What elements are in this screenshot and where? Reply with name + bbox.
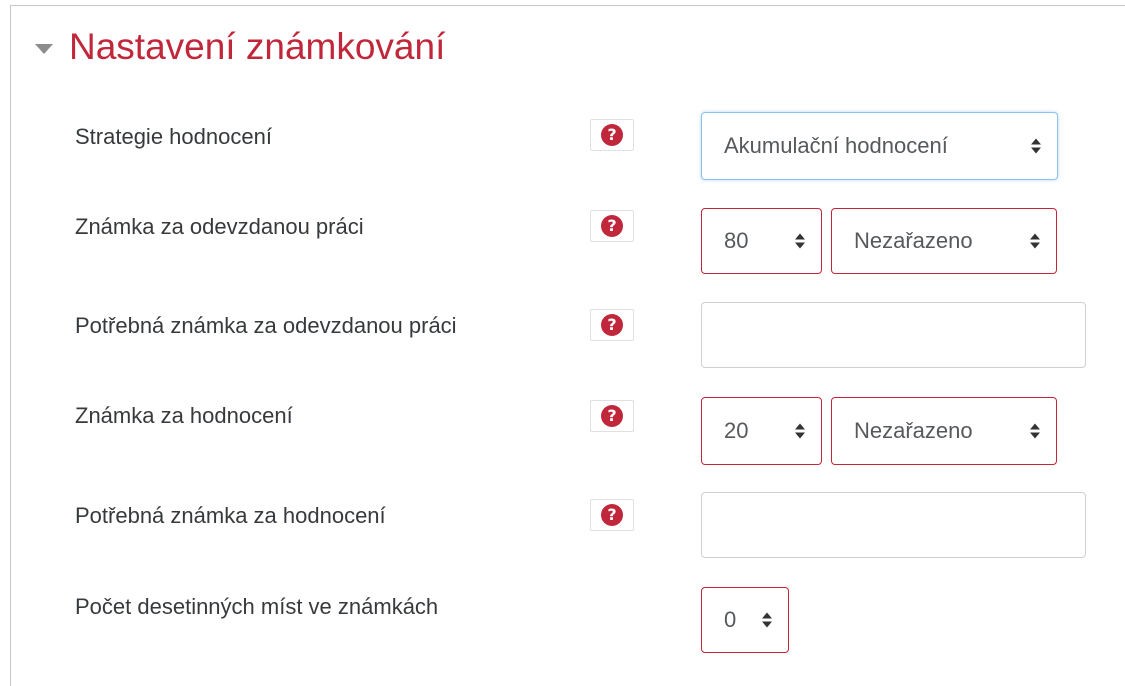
submission-grade-help-button[interactable]: ? <box>590 210 634 242</box>
submission-pass-grade-help-button[interactable]: ? <box>590 309 634 341</box>
section-title: Nastavení známkování <box>69 26 446 67</box>
grading-strategy-value: Akumulační hodnocení <box>724 133 948 158</box>
select-arrows-icon <box>1030 233 1040 249</box>
select-arrows-icon <box>1031 138 1041 154</box>
select-arrows-icon <box>1030 423 1040 439</box>
grading-strategy-label: Strategie hodnocení <box>75 124 272 149</box>
question-circle-icon: ? <box>601 215 623 237</box>
assessment-grade-select[interactable]: 20 <box>701 397 822 465</box>
assessment-grade-label: Známka za hodnocení <box>75 403 293 428</box>
submission-grade-category-select[interactable]: Nezařazeno <box>831 208 1057 274</box>
question-circle-icon: ? <box>601 405 623 427</box>
section-header-grading[interactable]: Nastavení známkování <box>35 28 445 65</box>
assessment-grade-category-value: Nezařazeno <box>854 418 973 443</box>
question-circle-icon: ? <box>601 124 623 146</box>
assessment-pass-grade-input[interactable] <box>701 492 1086 558</box>
submission-grade-select[interactable]: 80 <box>701 208 822 274</box>
assessment-pass-grade-help-button[interactable]: ? <box>590 499 634 531</box>
decimal-places-select[interactable]: 0 <box>701 587 789 653</box>
assessment-pass-grade-label: Potřebná známka za hodnocení <box>75 503 386 528</box>
submission-grade-category-value: Nezařazeno <box>854 228 973 253</box>
submission-grade-value: 80 <box>724 228 749 253</box>
decimal-places-label: Počet desetinných míst ve známkách <box>75 594 439 619</box>
question-circle-icon: ? <box>601 504 623 526</box>
chevron-down-icon[interactable] <box>35 43 53 54</box>
assessment-grade-value: 20 <box>724 418 749 443</box>
select-arrows-icon <box>795 233 805 249</box>
submission-pass-grade-label: Potřebná známka za odevzdanou práci <box>75 313 457 338</box>
question-circle-icon: ? <box>601 314 623 336</box>
assessment-grade-category-select[interactable]: Nezařazeno <box>831 397 1057 465</box>
assessment-grade-help-button[interactable]: ? <box>590 400 634 432</box>
grading-strategy-select[interactable]: Akumulační hodnocení <box>701 112 1058 180</box>
decimal-places-value: 0 <box>724 607 737 632</box>
submission-pass-grade-input[interactable] <box>701 302 1086 368</box>
submission-grade-label: Známka za odevzdanou práci <box>75 214 364 239</box>
select-arrows-icon <box>795 423 805 439</box>
grading-strategy-help-button[interactable]: ? <box>590 119 634 151</box>
select-arrows-icon <box>762 612 772 628</box>
